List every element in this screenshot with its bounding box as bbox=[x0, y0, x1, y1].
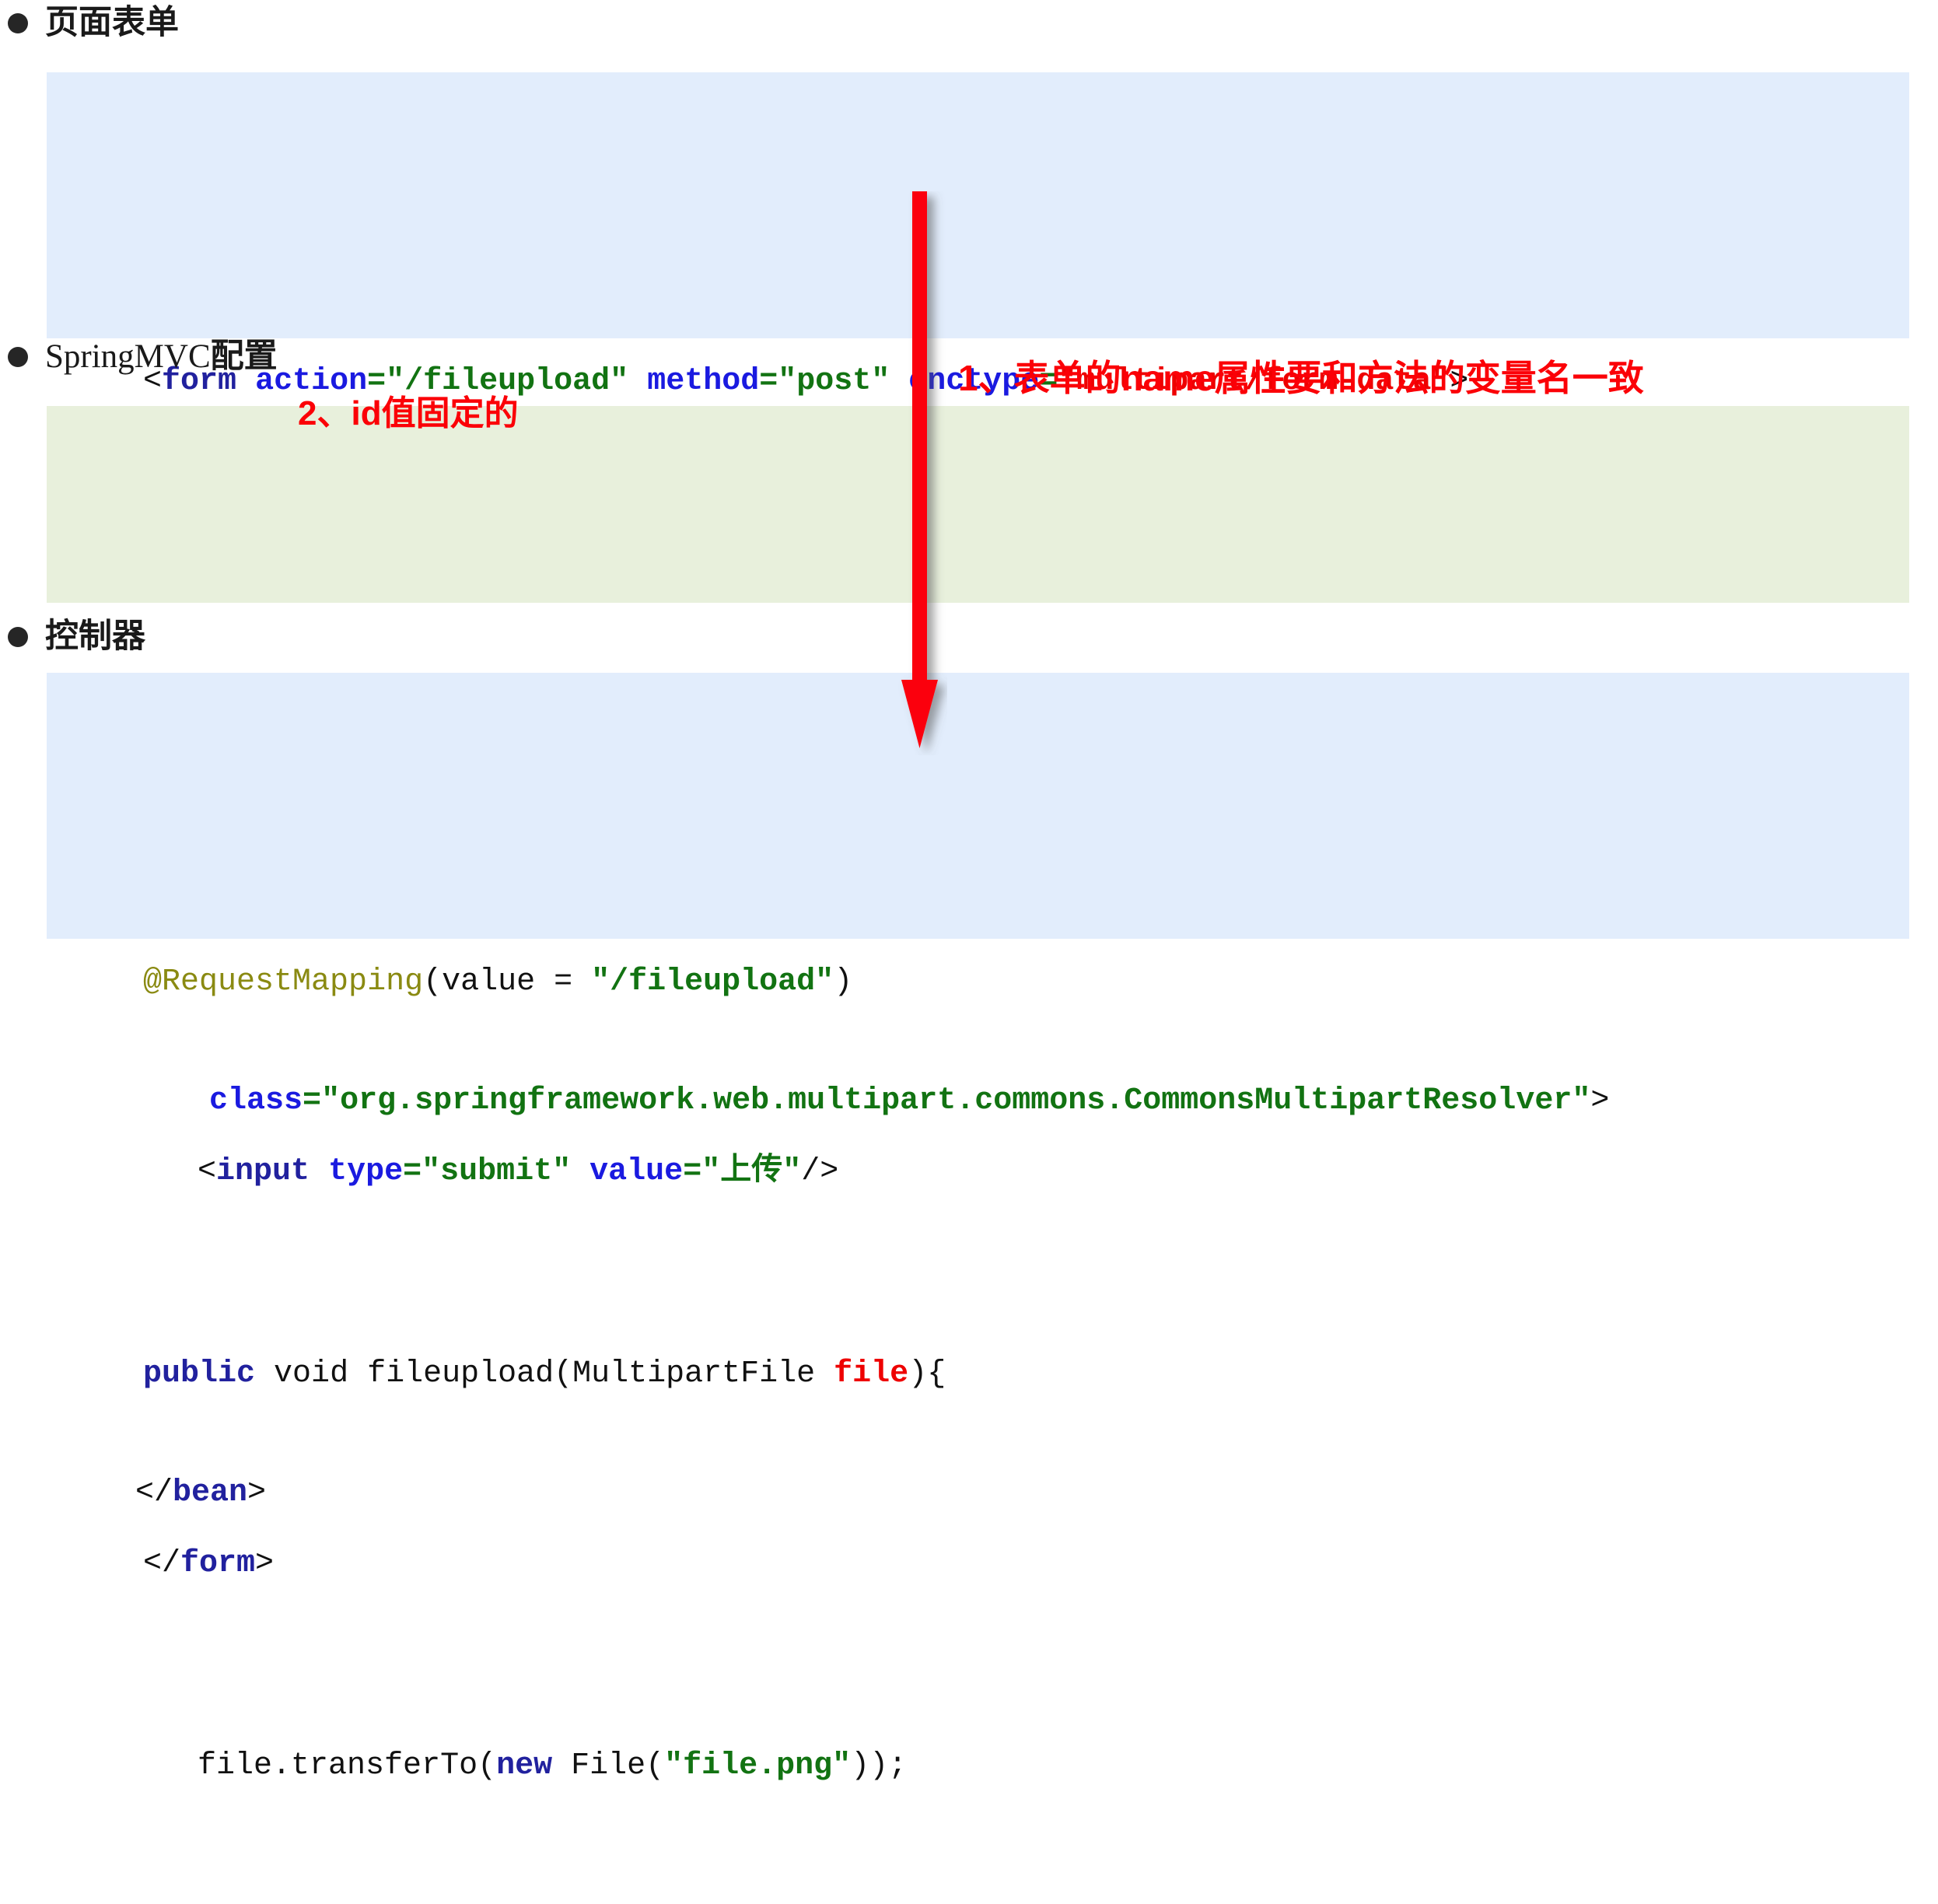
bullet-label-page-form: 页面表单 bbox=[45, 4, 179, 41]
code-token: "file.png" bbox=[664, 1748, 852, 1783]
bullet-dot-icon bbox=[8, 12, 28, 33]
code-line: public void fileupload(MultipartFile fil… bbox=[68, 1276, 1909, 1472]
code-block-controller: @RequestMapping(value = "/fileupload") p… bbox=[47, 673, 1909, 1783]
code-token: = bbox=[303, 1083, 322, 1118]
code-block-springmvc-config: <bean id="multipartResolver" class="org.… bbox=[47, 406, 1909, 1510]
bullet-dot-icon bbox=[8, 346, 28, 367]
bullet-label-prefix: SpringMVC bbox=[45, 338, 211, 375]
code-token: File( bbox=[552, 1748, 665, 1783]
code-line: @RequestMapping(value = "/fileupload") bbox=[68, 884, 1909, 1080]
bullet-heading-page-form: 页面表单 bbox=[8, 6, 179, 40]
code-token: = bbox=[759, 364, 778, 399]
code-token: > bbox=[1590, 1083, 1610, 1118]
code-token: new bbox=[496, 1748, 553, 1783]
bullet-label-suffix: 配置 bbox=[210, 338, 278, 375]
code-token: class bbox=[209, 1083, 303, 1118]
bullet-heading-springmvc-config: SpringMVC配置 bbox=[8, 340, 278, 373]
bullet-label-controller: 控制器 bbox=[45, 618, 145, 655]
code-token: @RequestMapping bbox=[143, 964, 424, 999]
annotation-name-attribute-note: 1、表单的name属性要和方法的变量名一致 bbox=[958, 358, 1644, 398]
code-token: (value = bbox=[423, 964, 592, 999]
code-token: file.transferTo( bbox=[198, 1748, 497, 1783]
code-token: "/fileupload" bbox=[591, 964, 834, 999]
code-token: "post" bbox=[778, 364, 890, 399]
annotation-id-fixed-note: 2、id值固定的 bbox=[298, 394, 519, 432]
code-token: void fileupload(MultipartFile bbox=[255, 1356, 834, 1391]
code-block-page-form: <form action="/fileupload" method="post"… bbox=[47, 72, 1909, 1581]
code-token: method bbox=[647, 364, 760, 399]
bullet-dot-icon bbox=[8, 626, 28, 647]
code-token: file bbox=[834, 1356, 909, 1391]
bullet-label-springmvc-config: SpringMVC配置 bbox=[45, 338, 278, 375]
code-token: bean bbox=[173, 1475, 248, 1510]
bullet-heading-controller: 控制器 bbox=[8, 620, 145, 653]
code-token: ) bbox=[834, 964, 853, 999]
code-token: > bbox=[247, 1475, 267, 1510]
code-line: file.transferTo(new File("file.png")); bbox=[68, 1668, 1909, 1864]
code-token: )); bbox=[851, 1748, 908, 1783]
code-token: ){ bbox=[908, 1356, 946, 1391]
code-token: public bbox=[143, 1356, 256, 1391]
code-token: </ bbox=[135, 1475, 173, 1510]
code-token: "org.springframework.web.multipart.commo… bbox=[321, 1083, 1591, 1118]
